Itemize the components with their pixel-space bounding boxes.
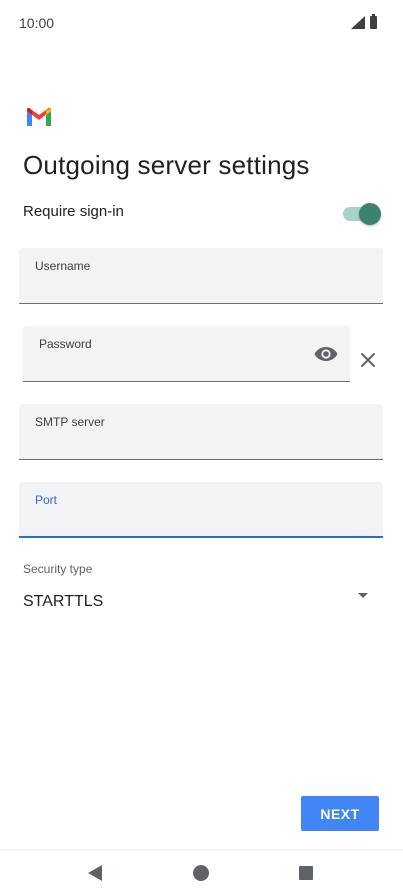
- smtp-server-input[interactable]: [35, 434, 331, 453]
- username-field[interactable]: Username: [19, 248, 383, 304]
- battery-icon: [370, 14, 377, 29]
- gmail-logo-icon: [27, 108, 51, 126]
- password-field[interactable]: Password: [23, 326, 350, 382]
- dropdown-arrow-icon[interactable]: [358, 593, 368, 598]
- recent-apps-icon[interactable]: [299, 866, 313, 880]
- smtp-server-label: SMTP server: [35, 415, 105, 429]
- require-signin-label: Require sign-in: [23, 203, 124, 220]
- require-signin-toggle[interactable]: [343, 203, 381, 225]
- status-time: 10:00: [19, 15, 55, 31]
- username-label: Username: [35, 259, 91, 273]
- toggle-thumb: [359, 203, 381, 225]
- home-icon[interactable]: [193, 865, 209, 881]
- security-type-select[interactable]: STARTTLS: [23, 593, 103, 611]
- port-label: Port: [35, 493, 58, 507]
- security-type-label: Security type: [23, 562, 93, 576]
- close-icon[interactable]: [359, 351, 377, 369]
- require-signin-row[interactable]: Require sign-in: [23, 203, 381, 225]
- page-title: Outgoing server settings: [23, 150, 310, 180]
- next-button[interactable]: NEXT: [301, 796, 379, 831]
- port-input[interactable]: [35, 511, 331, 530]
- back-icon[interactable]: [88, 865, 102, 881]
- status-icons: [351, 14, 377, 29]
- password-input[interactable]: [39, 356, 272, 375]
- port-field[interactable]: Port: [19, 482, 383, 538]
- smtp-server-field[interactable]: SMTP server: [19, 404, 383, 460]
- status-bar: 10:00: [0, 0, 403, 48]
- navigation-bar: [0, 849, 403, 896]
- password-label: Password: [39, 337, 92, 351]
- eye-icon[interactable]: [314, 346, 338, 362]
- signal-icon: [351, 16, 365, 29]
- username-input[interactable]: [35, 278, 331, 297]
